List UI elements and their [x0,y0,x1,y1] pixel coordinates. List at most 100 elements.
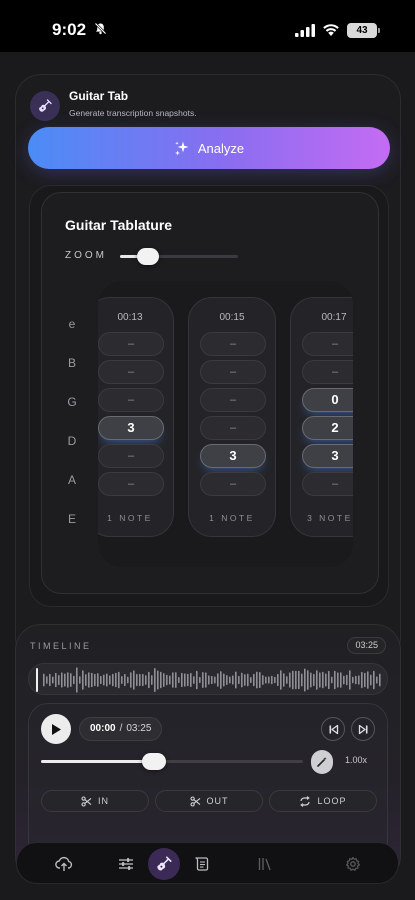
auto-detect-button[interactable] [311,750,333,774]
fret-cell-active[interactable]: 3 [200,444,266,468]
waveform-bar [55,672,57,688]
playback-slider-thumb[interactable] [141,753,166,770]
waveform-playhead[interactable] [36,668,38,692]
loop-button[interactable]: LOOP [269,790,377,812]
waveform-bar [64,673,66,687]
fret-cell-active[interactable]: 2 [302,416,353,440]
waveform-bar [250,676,252,684]
fret-cell-active[interactable]: 0 [302,388,353,412]
scroll-icon [195,857,209,871]
fret-cell[interactable]: – [200,416,266,440]
nav-sheet[interactable] [186,848,218,880]
set-out-button[interactable]: OUT [155,790,263,812]
library-icon [258,858,271,871]
waveform-bar [253,673,255,687]
zoom-slider[interactable] [120,248,238,265]
fret-cell[interactable]: – [98,360,164,384]
set-in-button[interactable]: IN [41,790,149,812]
gear-icon [345,856,361,871]
waveform-bar [193,676,195,684]
scissors-icon [81,795,92,807]
fret-cell[interactable]: – [302,332,353,356]
wifi-icon [323,24,339,36]
magic-wand-icon [317,757,327,767]
waveform-bar [109,675,111,685]
skip-forward-button[interactable] [351,717,375,741]
waveform-bar [214,676,216,684]
waveform-bar [148,671,150,689]
nav-library[interactable] [249,848,281,880]
waveform-bar [349,670,351,690]
waveform-bar [355,675,357,685]
guitar-tab-card: Guitar Tab Generate transcription snapsh… [15,74,401,664]
tab-column[interactable]: 00:13 – – – 3 – – 1 NOTE [98,297,174,537]
waveform-bar [127,676,129,684]
waveform-bar [139,673,141,687]
waveform-bar [151,675,153,685]
waveform-bar [199,676,201,684]
waveform-bar [331,676,333,684]
waveform-bar [343,675,345,685]
fret-cell[interactable]: – [98,444,164,468]
zoom-slider-thumb[interactable] [137,248,160,265]
sliders-icon [119,858,133,870]
fret-cell[interactable]: – [98,388,164,412]
skip-back-button[interactable] [321,717,345,741]
waveform-bar [166,674,168,686]
waveform-bar [307,670,309,690]
waveform-bar [376,676,378,684]
waveform-bar [43,673,45,687]
column-time: 00:17 [321,312,347,323]
nav-upload[interactable] [48,848,80,880]
waveform-bar [124,673,126,687]
fret-cell-active[interactable]: 3 [98,416,164,440]
nav-settings[interactable] [337,848,369,880]
fret-cell[interactable]: – [200,388,266,412]
play-button[interactable] [41,714,71,744]
waveform[interactable] [28,663,388,695]
set-in-label: IN [98,796,109,806]
tab-column[interactable]: 00:17 – – 0 2 3 – 3 NOTES [290,297,353,537]
waveform-bar [241,672,243,688]
playback-slider[interactable] [41,753,303,770]
waveform-bar [247,673,249,687]
column-time: 00:15 [219,312,245,323]
fret-cell[interactable]: – [200,472,266,496]
waveform-bar [286,676,288,684]
waveform-bar [97,673,99,687]
waveform-bar [121,676,123,684]
fret-cell-active[interactable]: 3 [302,444,353,468]
string-label: G [67,395,77,409]
tab-column[interactable]: 00:15 – – – – 3 – 1 NOTE [188,297,276,537]
waveform-bar [361,671,363,689]
waveform-bar [184,673,186,687]
waveform-bar [106,673,108,687]
fret-cell[interactable]: – [98,332,164,356]
waveform-bar [205,672,207,688]
nav-guitar-tab[interactable] [148,848,180,880]
waveform-bar [160,671,162,689]
timeline-label: TIMELINE [30,641,92,651]
fret-cell[interactable]: – [200,332,266,356]
battery-indicator: 43 [347,23,380,38]
set-out-label: OUT [206,796,229,806]
time-separator: / [119,723,123,734]
waveform-bar [244,674,246,686]
nav-adjust[interactable] [110,848,142,880]
waveform-bar [52,676,54,684]
waveform-bar [112,673,114,687]
waveform-bar [238,675,240,685]
fret-cell[interactable]: – [302,360,353,384]
tab-scroll-area[interactable]: 00:13 – – – 3 – – 1 NOTE 00:15 – – – – 3… [98,281,353,567]
fret-cell[interactable]: – [98,472,164,496]
waveform-bar [175,672,177,688]
fret-cell[interactable]: – [302,472,353,496]
waveform-bar [130,672,132,688]
analyze-button[interactable]: Analyze [28,127,390,169]
fret-cell[interactable]: – [200,360,266,384]
waveform-bar [172,672,174,688]
waveform-bar [208,675,210,685]
playback-speed[interactable]: 1.00x [345,755,367,765]
playback-slider-fill [41,760,154,763]
waveform-bar [313,673,315,687]
